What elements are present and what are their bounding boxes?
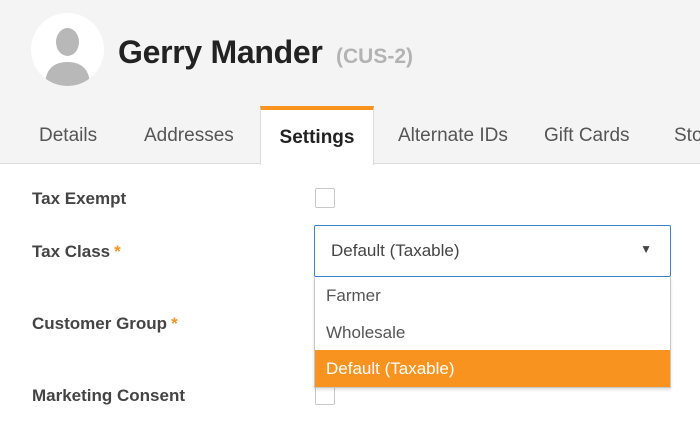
tab-gift-cards[interactable]: Gift Cards: [544, 106, 630, 164]
customer-name: Gerry Mander: [118, 34, 323, 70]
tax-exempt-label: Tax Exempt: [32, 189, 127, 208]
customer-header: Gerry Mander (CUS-2) Details Addresses S…: [0, 0, 700, 165]
tax-class-selected-value: Default (Taxable): [331, 241, 460, 260]
option-farmer[interactable]: Farmer: [315, 277, 670, 314]
user-silhouette-icon: [31, 13, 104, 86]
marketing-consent-label: Marketing Consent: [32, 386, 186, 405]
marketing-consent-checkbox[interactable]: [315, 385, 335, 405]
tax-class-label: Tax Class *: [32, 242, 121, 261]
tab-addresses[interactable]: Addresses: [144, 106, 234, 164]
tab-details[interactable]: Details: [39, 106, 97, 164]
customer-id: (CUS-2): [336, 45, 413, 68]
tab-alternate-ids[interactable]: Alternate IDs: [398, 106, 508, 164]
customer-group-label: Customer Group *: [32, 314, 178, 333]
tab-settings[interactable]: Settings: [260, 106, 374, 165]
required-marker: *: [114, 242, 121, 261]
option-wholesale[interactable]: Wholesale: [315, 314, 670, 351]
required-marker: *: [171, 314, 178, 333]
tax-exempt-checkbox[interactable]: [315, 188, 335, 208]
tax-class-select[interactable]: Default (Taxable) ▼: [314, 225, 671, 277]
tax-class-dropdown: Farmer Wholesale Default (Taxable): [314, 277, 671, 388]
option-default-taxable[interactable]: Default (Taxable): [315, 350, 670, 387]
avatar: [31, 13, 104, 86]
caret-down-icon: ▼: [640, 242, 652, 256]
tab-store-credit[interactable]: Sto: [674, 106, 700, 164]
